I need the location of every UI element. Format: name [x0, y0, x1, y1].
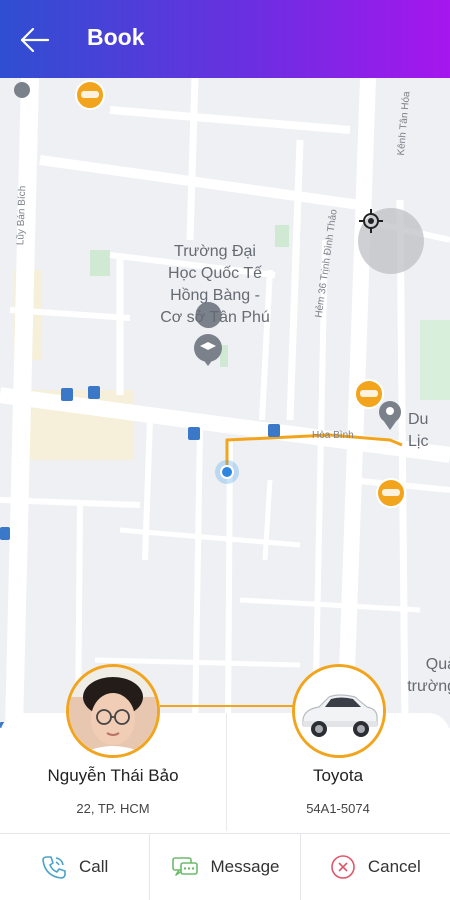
cancel-icon	[331, 854, 355, 879]
poi-school-label: Trường Đại Học Quốc Tế Hồng Bàng - Cơ sở…	[160, 243, 270, 326]
call-button[interactable]: Call	[0, 833, 151, 900]
poi-travel-label: Du Lịc	[408, 411, 429, 450]
cancel-label: Cancel	[367, 856, 421, 876]
call-label: Call	[79, 856, 109, 876]
road-label-hoa-binh: Hòa Bình	[312, 430, 354, 441]
crosshair-icon	[359, 209, 383, 233]
my-location-button[interactable]	[358, 208, 424, 274]
message-button[interactable]: Message	[150, 833, 301, 900]
poi-qua-label: Quả trường	[407, 656, 450, 695]
driver-name: Nguyễn Thái Bảo	[47, 766, 179, 785]
back-arrow-icon[interactable]	[18, 24, 54, 56]
road-label-luy-ban-bich: Lũy Bán Bích	[15, 185, 29, 246]
car-name: Toyota	[312, 766, 364, 785]
cancel-button[interactable]: Cancel	[301, 833, 450, 900]
driver-avatar[interactable]	[66, 664, 160, 758]
driver-info: 22, TP. HCM	[76, 801, 150, 816]
page-title: Book	[87, 24, 145, 50]
app-header: Book	[0, 0, 450, 78]
car-plate: 54A1-5074	[306, 801, 370, 816]
chat-icon	[171, 856, 198, 876]
map-view[interactable]: Trường Đại Học Quốc Tế Hồng Bàng - Cơ sở…	[0, 78, 450, 728]
car-avatar[interactable]	[292, 664, 386, 758]
action-bar: Call Message Cancel	[0, 833, 450, 900]
phone-icon	[42, 855, 66, 879]
map-canvas	[0, 78, 450, 728]
message-label: Message	[210, 856, 280, 876]
driver-car-connector	[160, 705, 295, 707]
